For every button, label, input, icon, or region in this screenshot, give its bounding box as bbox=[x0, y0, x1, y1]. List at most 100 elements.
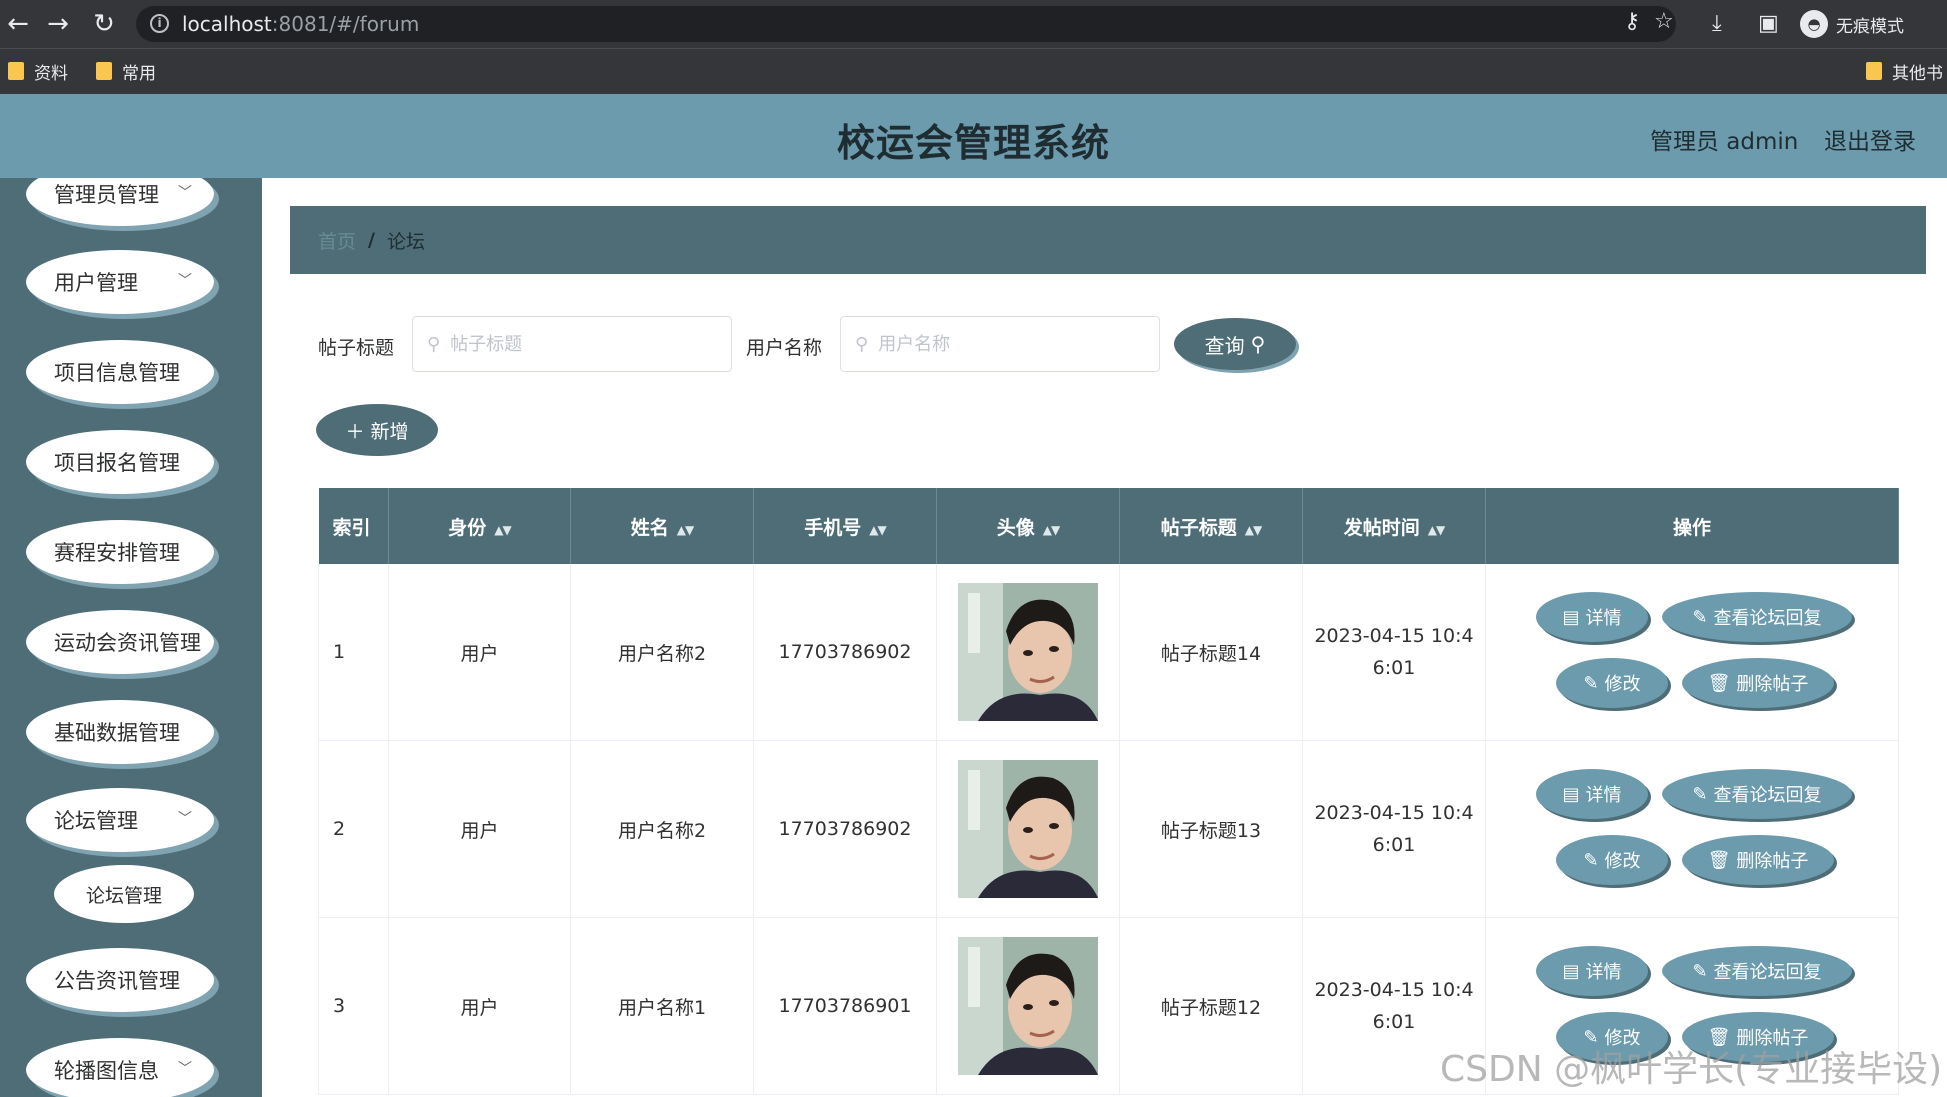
avatar[interactable] bbox=[958, 937, 1098, 1075]
chevron-down-icon: ﹀ bbox=[178, 1061, 192, 1077]
sidebar-item-announcements[interactable]: 公告资讯管理 bbox=[26, 948, 214, 1012]
user-search-input[interactable] bbox=[878, 333, 1139, 355]
table-row: 1 用户 用户名称2 17703786902 帖子标题14 2023-04-15… bbox=[318, 564, 1899, 741]
cell-index: 2 bbox=[318, 740, 389, 918]
trash-icon: 🗑 bbox=[1707, 849, 1731, 871]
detail-button[interactable]: ▤ 详情 bbox=[1536, 592, 1648, 642]
sidebar-subitem-label: 论坛管理 bbox=[85, 884, 162, 907]
sidepanel-icon[interactable]: ▣ bbox=[1758, 10, 1779, 38]
other-bookmarks[interactable]: 其他书 bbox=[1866, 59, 1943, 84]
title-search-field[interactable]: ⚲ bbox=[412, 316, 732, 372]
sort-icon[interactable]: ▲▼ bbox=[677, 523, 694, 537]
column-header-phone[interactable]: 手机号 ▲▼ bbox=[753, 488, 937, 564]
download-icon[interactable]: ⤓ bbox=[1712, 10, 1722, 38]
cell-identity: 用户 bbox=[388, 917, 571, 1095]
delete-post-button[interactable]: 🗑 删除帖子 bbox=[1682, 835, 1834, 885]
column-header-index: 索引 bbox=[318, 488, 389, 564]
detail-button[interactable]: ▤ 详情 bbox=[1536, 946, 1648, 996]
cell-post-title: 帖子标题14 bbox=[1119, 564, 1303, 741]
edit-icon: ✎ bbox=[1692, 606, 1708, 628]
title-search-label: 帖子标题 bbox=[318, 337, 395, 359]
view-replies-button[interactable]: ✎ 查看论坛回复 bbox=[1662, 592, 1852, 642]
cell-avatar bbox=[936, 564, 1120, 741]
folder-icon bbox=[1866, 62, 1882, 80]
incognito-icon: ◓ bbox=[1800, 10, 1828, 38]
column-header-identity[interactable]: 身份 ▲▼ bbox=[388, 488, 571, 564]
bookmark-folder[interactable]: 资料 bbox=[8, 59, 68, 84]
query-button[interactable]: 查询 ⚲ bbox=[1174, 318, 1296, 370]
sidebar-item-project-signup[interactable]: 项目报名管理 bbox=[26, 430, 214, 494]
add-button[interactable]: ＋ 新增 bbox=[316, 404, 438, 456]
table-header-row: 索引 身份 ▲▼ 姓名 ▲▼ 手机号 ▲▼ 头像 ▲▼ 帖子标题 ▲▼ 发帖时间 ▲▼ 操作 bbox=[318, 488, 1899, 564]
sidebar-item-project-info[interactable]: 项目信息管理 bbox=[26, 340, 214, 404]
chevron-down-icon: ﹀ bbox=[178, 811, 192, 827]
sidebar-item-schedule[interactable]: 赛程安排管理 bbox=[26, 520, 214, 584]
cell-phone: 17703786902 bbox=[753, 564, 937, 741]
sidebar-item-base-data[interactable]: 基础数据管理 bbox=[26, 700, 214, 764]
breadcrumb-home[interactable]: 首页 bbox=[318, 227, 356, 254]
info-icon[interactable]: i bbox=[150, 14, 169, 33]
detail-button[interactable]: ▤ 详情 bbox=[1536, 769, 1648, 819]
table-row: 2 用户 用户名称2 17703786902 帖子标题13 2023-04-15… bbox=[318, 740, 1899, 918]
search-icon: ⚲ bbox=[427, 333, 441, 355]
chevron-down-icon: ﹀ bbox=[178, 185, 192, 201]
sidebar-item-carousel[interactable]: 轮播图信息 ﹀ bbox=[26, 1038, 214, 1097]
title-search-input[interactable] bbox=[450, 333, 711, 355]
sort-icon[interactable]: ▲▼ bbox=[1428, 523, 1445, 537]
sidebar-item-admin[interactable]: 管理员管理 ﹀ bbox=[26, 178, 214, 226]
reload-icon[interactable]: ↻ bbox=[88, 8, 120, 40]
plus-icon: ＋ bbox=[345, 420, 365, 443]
column-header-name[interactable]: 姓名 ▲▼ bbox=[570, 488, 754, 564]
sidebar-item-news[interactable]: 运动会资讯管理 bbox=[26, 610, 214, 674]
column-header-actions: 操作 bbox=[1485, 488, 1899, 564]
incognito-badge[interactable]: ◓ 无痕模式 bbox=[1800, 8, 1904, 40]
view-replies-button[interactable]: ✎ 查看论坛回复 bbox=[1662, 946, 1852, 996]
sort-icon[interactable]: ▲▼ bbox=[1043, 523, 1060, 537]
address-bar[interactable]: i localhost:8081/#/forum ⚷ ☆ bbox=[136, 6, 1676, 42]
breadcrumb: 首页 / 论坛 bbox=[290, 206, 1926, 274]
forward-icon[interactable]: → bbox=[42, 8, 74, 40]
sort-icon[interactable]: ▲▼ bbox=[869, 523, 886, 537]
cell-actions: ▤ 详情 ✎ 查看论坛回复 ✎ 修改 🗑 删除帖子 bbox=[1485, 564, 1899, 741]
sidebar-item-label: 用户管理 bbox=[54, 271, 138, 295]
cell-avatar bbox=[936, 917, 1120, 1095]
avatar[interactable] bbox=[958, 760, 1098, 898]
avatar[interactable] bbox=[958, 583, 1098, 721]
cell-identity: 用户 bbox=[388, 740, 571, 918]
sidebar-item-label: 基础数据管理 bbox=[54, 721, 180, 745]
sidebar-subitem-forum[interactable]: 论坛管理 bbox=[54, 865, 194, 923]
edit-icon: ✎ bbox=[1583, 672, 1599, 694]
column-header-time[interactable]: 发帖时间 ▲▼ bbox=[1302, 488, 1486, 564]
cell-actions: ▤ 详情 ✎ 查看论坛回复 ✎ 修改 🗑 删除帖子 bbox=[1485, 740, 1899, 918]
sort-icon[interactable]: ▲▼ bbox=[1245, 523, 1262, 537]
view-replies-button[interactable]: ✎ 查看论坛回复 bbox=[1662, 769, 1852, 819]
delete-post-button[interactable]: 🗑 删除帖子 bbox=[1682, 658, 1834, 708]
sidebar-item-label: 项目信息管理 bbox=[54, 361, 180, 385]
key-icon[interactable]: ⚷ bbox=[1624, 8, 1640, 36]
cell-identity: 用户 bbox=[388, 564, 571, 741]
sidebar-item-forum[interactable]: 论坛管理 ﹀ bbox=[26, 788, 214, 852]
user-search-field[interactable]: ⚲ bbox=[840, 316, 1160, 372]
edit-button[interactable]: ✎ 修改 bbox=[1556, 658, 1668, 708]
cell-post-time: 2023-04-15 10:46:01 bbox=[1302, 740, 1486, 918]
cell-phone: 17703786901 bbox=[753, 917, 937, 1095]
edit-button[interactable]: ✎ 修改 bbox=[1556, 835, 1668, 885]
column-header-title[interactable]: 帖子标题 ▲▼ bbox=[1119, 488, 1303, 564]
cell-post-title: 帖子标题13 bbox=[1119, 740, 1303, 918]
sidebar-item-label: 运动会资讯管理 bbox=[54, 631, 201, 655]
trash-icon: 🗑 bbox=[1707, 672, 1731, 694]
column-header-avatar[interactable]: 头像 ▲▼ bbox=[936, 488, 1120, 564]
cell-avatar bbox=[936, 740, 1120, 918]
chevron-down-icon: ﹀ bbox=[178, 273, 192, 289]
bookmark-label: 资料 bbox=[34, 63, 68, 84]
sort-icon[interactable]: ▲▼ bbox=[494, 523, 511, 537]
bookmark-label: 常用 bbox=[122, 63, 156, 84]
star-icon[interactable]: ☆ bbox=[1654, 8, 1674, 36]
edit-icon: ✎ bbox=[1583, 849, 1599, 871]
bookmark-folder[interactable]: 常用 bbox=[96, 59, 156, 84]
back-icon[interactable]: ← bbox=[2, 8, 34, 40]
logout-button[interactable]: 退出登录 bbox=[1824, 122, 1916, 156]
sidebar-item-users[interactable]: 用户管理 ﹀ bbox=[26, 250, 214, 314]
cell-phone: 17703786902 bbox=[753, 740, 937, 918]
forum-table: 索引 身份 ▲▼ 姓名 ▲▼ 手机号 ▲▼ 头像 ▲▼ 帖子标题 ▲▼ 发帖时间 ▲▼ 操作… bbox=[318, 488, 1899, 1095]
